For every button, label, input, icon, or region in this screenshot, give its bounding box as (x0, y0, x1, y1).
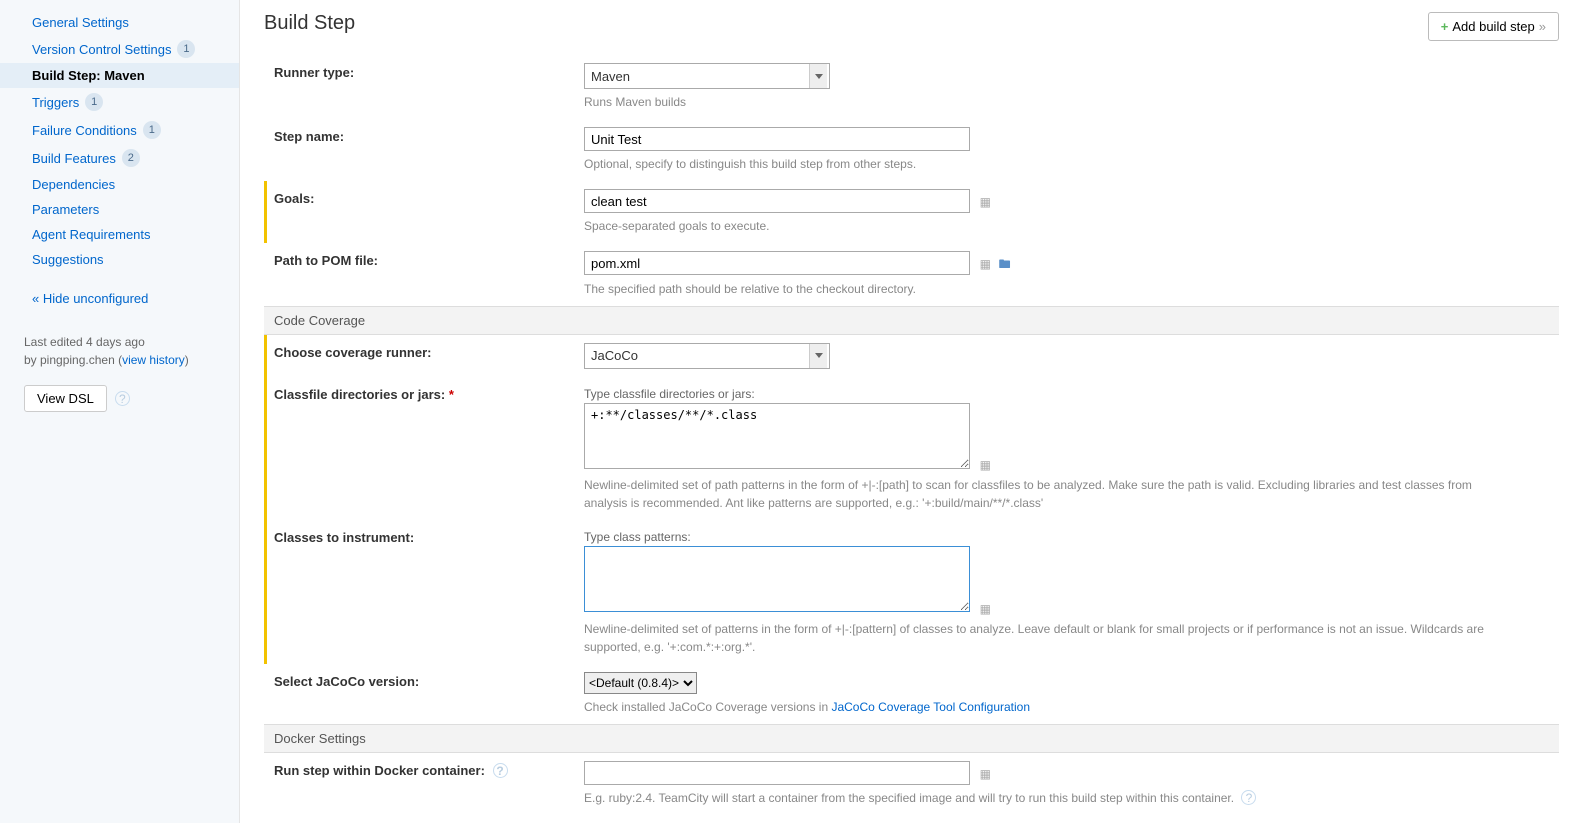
jacoco-version-label: Select JaCoCo version: (274, 672, 584, 689)
vars-icon[interactable]: ▦ (980, 458, 991, 472)
vars-icon[interactable]: ▦ (980, 195, 991, 209)
pom-hint: The specified path should be relative to… (584, 280, 1484, 298)
step-name-input[interactable] (584, 127, 970, 151)
sidebar-item-general-settings[interactable]: General Settings (0, 10, 239, 35)
jacoco-version-hint: Check installed JaCoCo Coverage versions… (584, 698, 1484, 716)
runner-type-select[interactable]: Maven (584, 63, 830, 89)
sidebar-item-version-control-settings[interactable]: Version Control Settings1 (0, 35, 239, 63)
vars-icon[interactable]: ▦ (980, 767, 991, 781)
classfiles-textarea[interactable] (584, 403, 970, 469)
help-icon[interactable]: ? (115, 391, 130, 406)
plus-icon: + (1441, 19, 1449, 34)
add-build-step-button[interactable]: + Add build step » (1428, 12, 1559, 41)
sidebar-item-parameters[interactable]: Parameters (0, 197, 239, 222)
count-badge: 1 (143, 121, 161, 139)
jacoco-version-select[interactable]: <Default (0.8.4)> (584, 672, 697, 694)
runner-type-label: Runner type: (274, 63, 584, 80)
help-icon[interactable]: ? (1241, 790, 1256, 805)
main-content: Build Step + Add build step » Runner typ… (240, 0, 1583, 823)
pom-input[interactable] (584, 251, 970, 275)
sidebar-item-suggestions[interactable]: Suggestions (0, 247, 239, 272)
help-icon[interactable]: ? (493, 763, 508, 778)
chevron-down-icon (809, 64, 827, 88)
runner-type-hint: Runs Maven builds (584, 93, 1484, 111)
instrument-hint: Newline-delimited set of patterns in the… (584, 620, 1484, 656)
count-badge: 1 (177, 40, 195, 58)
code-coverage-header: Code Coverage (264, 306, 1559, 335)
instrument-textarea[interactable] (584, 546, 970, 612)
docker-header: Docker Settings (264, 724, 1559, 753)
goals-label: Goals: (274, 189, 584, 206)
chevron-right-icon: » (1539, 19, 1546, 34)
sidebar: General SettingsVersion Control Settings… (0, 0, 240, 823)
coverage-runner-label: Choose coverage runner: (274, 343, 584, 360)
sidebar-item-build-features[interactable]: Build Features2 (0, 144, 239, 172)
pom-label: Path to POM file: (274, 251, 584, 268)
sidebar-item-triggers[interactable]: Triggers1 (0, 88, 239, 116)
chevron-down-icon (809, 344, 827, 368)
page-title: Build Step (264, 12, 355, 35)
tree-icon[interactable]: 🖿 (999, 255, 1011, 276)
step-name-label: Step name: (274, 127, 584, 144)
vars-icon[interactable]: ▦ (980, 257, 991, 271)
classfiles-hint: Newline-delimited set of path patterns i… (584, 476, 1484, 512)
classfiles-pre: Type classfile directories or jars: (584, 385, 1484, 403)
sidebar-item-failure-conditions[interactable]: Failure Conditions1 (0, 116, 239, 144)
goals-input[interactable] (584, 189, 970, 213)
count-badge: 1 (85, 93, 103, 111)
sidebar-item-build-step-maven[interactable]: Build Step: Maven (0, 63, 239, 88)
instrument-label: Classes to instrument: (274, 528, 584, 545)
step-name-hint: Optional, specify to distinguish this bu… (584, 155, 1484, 173)
view-history-link[interactable]: view history (122, 353, 185, 367)
coverage-runner-select[interactable]: JaCoCo (584, 343, 830, 369)
sidebar-item-agent-requirements[interactable]: Agent Requirements (0, 222, 239, 247)
view-dsl-button[interactable]: View DSL (24, 385, 107, 412)
sidebar-item-dependencies[interactable]: Dependencies (0, 172, 239, 197)
docker-label: Run step within Docker container: ? (274, 761, 584, 779)
classfiles-label: Classfile directories or jars: * (274, 385, 584, 402)
docker-hint: E.g. ruby:2.4. TeamCity will start a con… (584, 789, 1484, 807)
instrument-pre: Type class patterns: (584, 528, 1484, 546)
goals-hint: Space-separated goals to execute. (584, 217, 1484, 235)
last-edited-info: Last edited 4 days ago by pingping.chen … (0, 325, 239, 373)
vars-icon[interactable]: ▦ (980, 602, 991, 616)
count-badge: 2 (122, 149, 140, 167)
docker-input[interactable] (584, 761, 970, 785)
jacoco-config-link[interactable]: JaCoCo Coverage Tool Configuration (831, 700, 1030, 714)
hide-unconfigured[interactable]: « Hide unconfigured (0, 286, 239, 311)
